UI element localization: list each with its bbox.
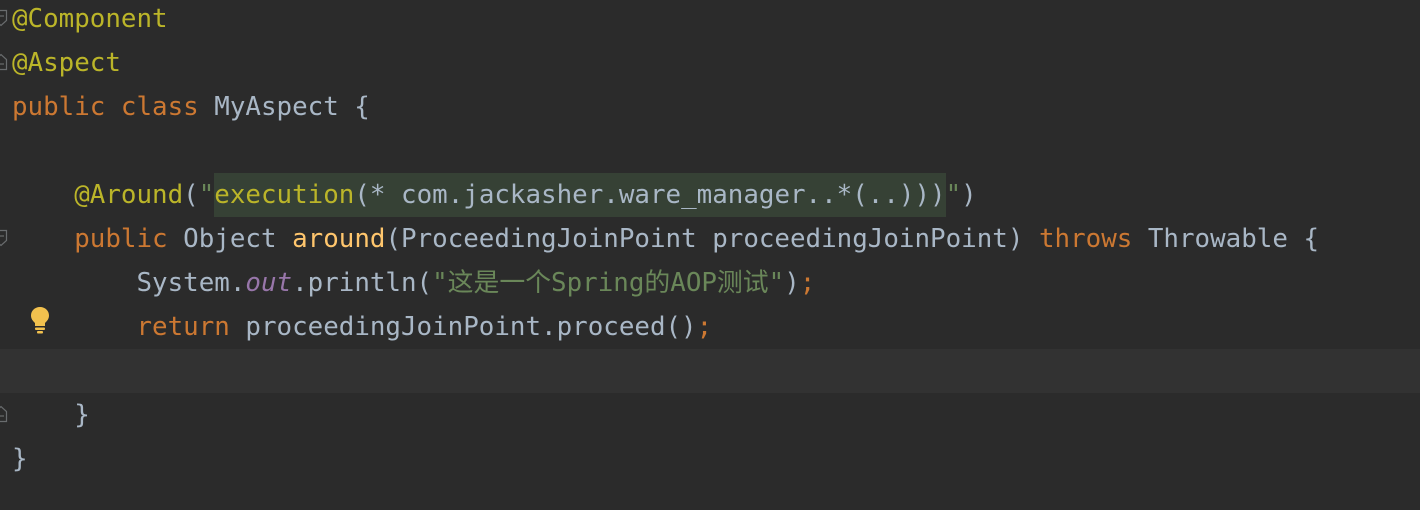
plain-token: (ProceedingJoinPoint proceedingJoinPoint…: [385, 224, 1039, 254]
keyword-token: throws: [1038, 224, 1133, 254]
plain-token: (: [183, 180, 199, 210]
code-line[interactable]: @Component: [0, 0, 1420, 41]
annotation-token: @Around: [74, 180, 184, 210]
intention-bulb-icon[interactable]: [28, 306, 52, 334]
plain-token: proceedingJoinPoint.proceed(): [229, 312, 697, 342]
fold-end-icon[interactable]: [0, 405, 8, 423]
fold-start-icon[interactable]: [0, 229, 8, 247]
current-code-line[interactable]: [0, 349, 1420, 393]
code-line[interactable]: @Aspect: [0, 41, 1420, 85]
fold-start-icon[interactable]: [0, 9, 8, 27]
plain-token: Throwable {: [1132, 224, 1320, 254]
plain-token: ): [961, 180, 977, 210]
keyword-token: ;: [799, 268, 816, 298]
plain-token: MyAspect {: [198, 92, 370, 122]
code-line[interactable]: return proceedingJoinPoint.proceed();: [0, 305, 1420, 349]
static-field-token: out: [245, 268, 293, 298]
code-line[interactable]: System.out.println("这是一个Spring的AOP测试");: [0, 261, 1420, 305]
code-line[interactable]: @Around("execution(* com.jackasher.ware_…: [0, 173, 1420, 217]
keyword-token: public: [74, 224, 168, 254]
plain-token: ): [784, 268, 800, 298]
string-token: ": [198, 180, 215, 210]
annotation-token: @Component: [12, 4, 168, 34]
method-declaration-token: around: [292, 224, 386, 254]
plain-token: }: [12, 400, 90, 430]
code-line[interactable]: public class MyAspect {: [0, 85, 1420, 129]
keyword-token: class: [120, 92, 199, 122]
fold-end-icon[interactable]: [0, 53, 8, 71]
code-line[interactable]: }: [0, 393, 1420, 437]
keyword-token: public: [12, 92, 106, 122]
plain-token: System.: [12, 268, 246, 298]
keyword-token: return: [136, 312, 230, 342]
string-token: ": [945, 180, 962, 210]
plain-token: .println(: [292, 268, 433, 298]
code-editor[interactable]: @Component @Aspect public class MyAspect {…: [0, 0, 1420, 481]
plain-token: Object: [167, 224, 293, 254]
annotation-token: @Aspect: [12, 48, 121, 78]
injected-keyword-token: execution: [214, 173, 355, 217]
code-line[interactable]: [0, 129, 1420, 173]
injected-token: (* com.jackasher.ware_manager..*(..))): [354, 173, 946, 217]
code-line[interactable]: }: [0, 437, 1420, 481]
string-token: "这是一个Spring的AOP测试": [432, 268, 785, 298]
keyword-token: ;: [696, 312, 713, 342]
code-line[interactable]: public Object around(ProceedingJoinPoint…: [0, 217, 1420, 261]
plain-token: }: [12, 444, 28, 474]
